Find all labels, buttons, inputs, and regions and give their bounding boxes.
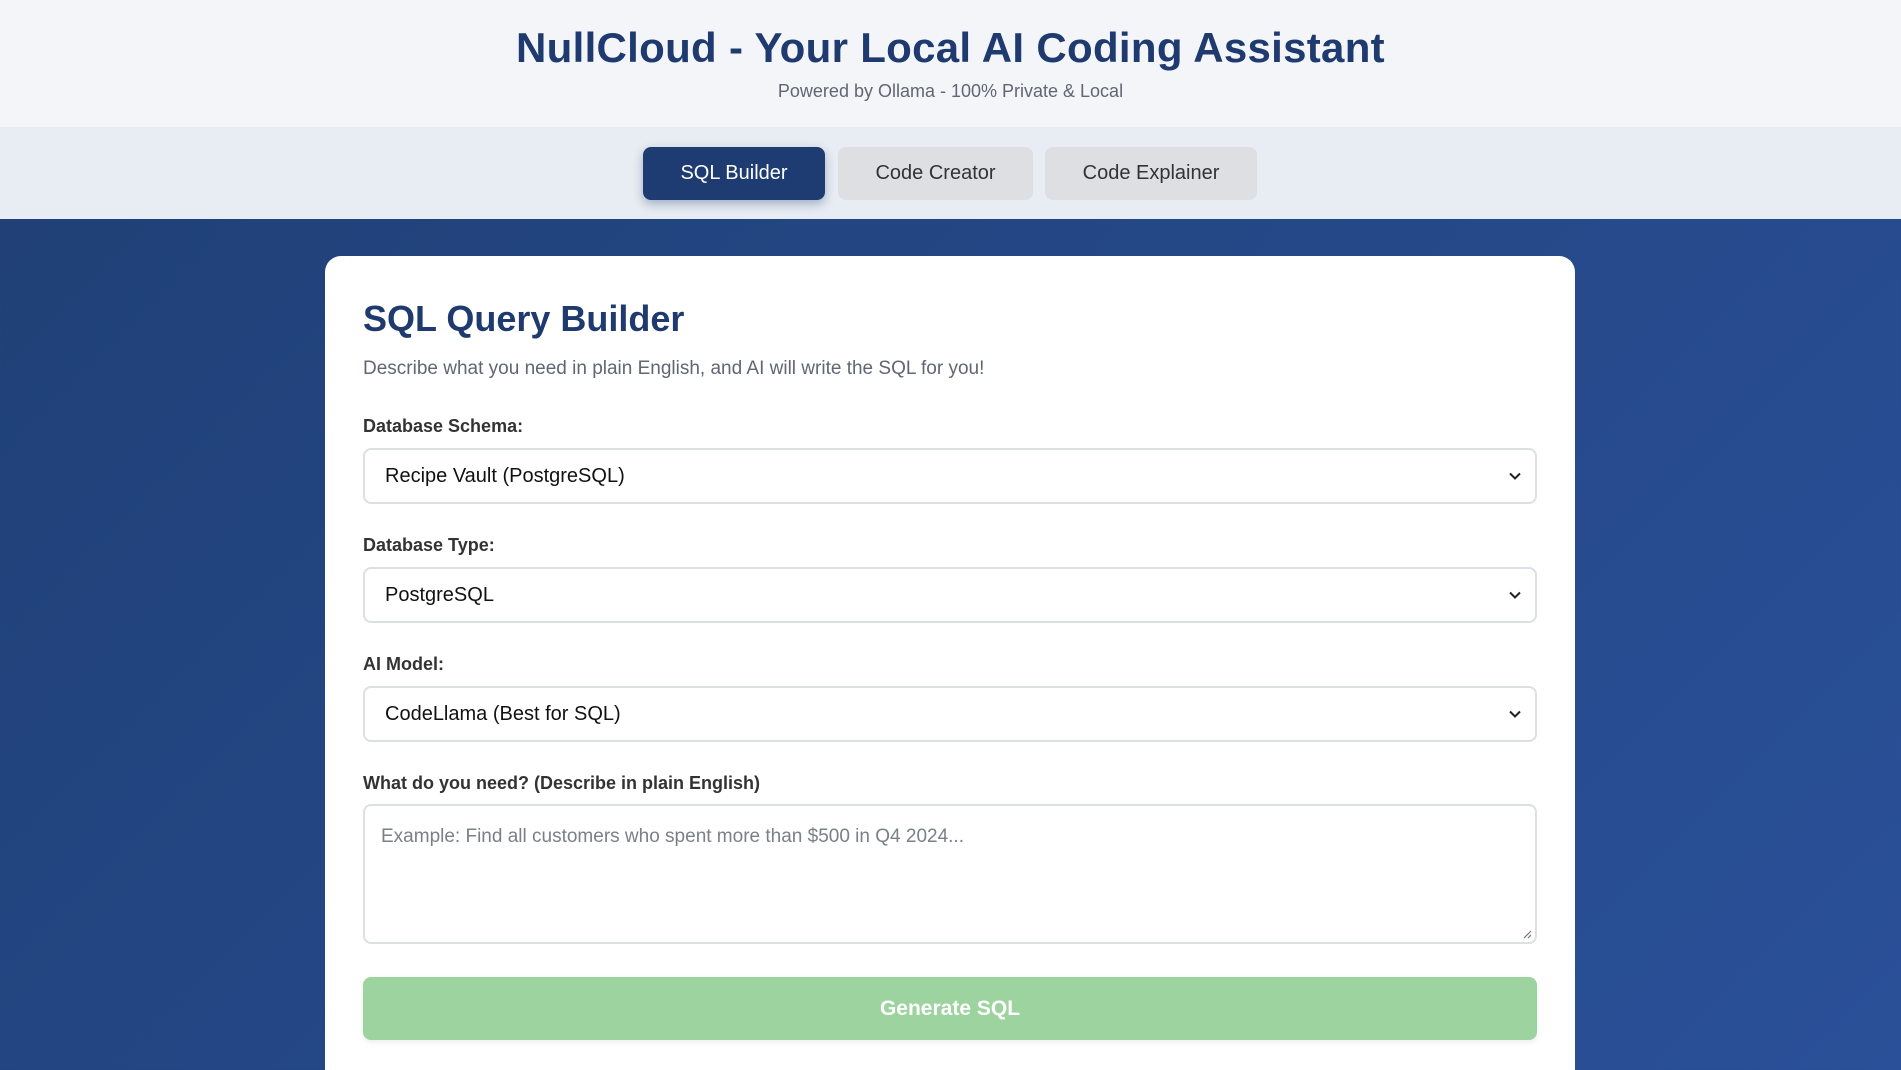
tab-code-creator[interactable]: Code Creator <box>838 147 1033 200</box>
page-title: SQL Query Builder <box>363 298 685 339</box>
app-header: NullCloud - Your Local AI Coding Assista… <box>0 0 1901 127</box>
generate-sql-button[interactable]: Generate SQL <box>363 977 1537 1040</box>
db-type-label: Database Type: <box>363 535 495 555</box>
model-select[interactable]: CodeLlama (Best for SQL) <box>363 686 1537 742</box>
schema-label: Database Schema: <box>363 416 524 436</box>
model-select-value: CodeLlama (Best for SQL) <box>385 702 621 725</box>
app-title: NullCloud - Your Local AI Coding Assista… <box>516 24 1385 71</box>
request-placeholder: Example: Find all customers who spent mo… <box>381 826 964 847</box>
tab-sql-builder[interactable]: SQL Builder <box>643 147 825 200</box>
page-description: Describe what you need in plain English,… <box>363 358 985 379</box>
request-textarea[interactable]: Example: Find all customers who spent mo… <box>363 804 1537 944</box>
db-type-select[interactable]: PostgreSQL <box>363 567 1537 623</box>
model-label: AI Model: <box>363 654 444 674</box>
schema-select[interactable]: Recipe Vault (PostgreSQL) <box>363 448 1537 504</box>
sql-builder-card: SQL Query Builder Describe what you need… <box>325 256 1575 1070</box>
chevron-down-icon <box>1509 591 1521 599</box>
chevron-down-icon <box>1509 472 1521 480</box>
resize-grip-icon[interactable] <box>1522 929 1532 939</box>
db-type-select-value: PostgreSQL <box>385 583 494 606</box>
tab-code-explainer[interactable]: Code Explainer <box>1045 147 1257 200</box>
app-subtitle: Powered by Ollama - 100% Private & Local <box>777 81 1124 101</box>
request-label: What do you need? (Describe in plain Eng… <box>363 773 761 793</box>
tab-bar: SQL Builder Code Creator Code Explainer <box>0 127 1901 219</box>
schema-select-value: Recipe Vault (PostgreSQL) <box>385 464 625 487</box>
chevron-down-icon <box>1509 710 1521 718</box>
